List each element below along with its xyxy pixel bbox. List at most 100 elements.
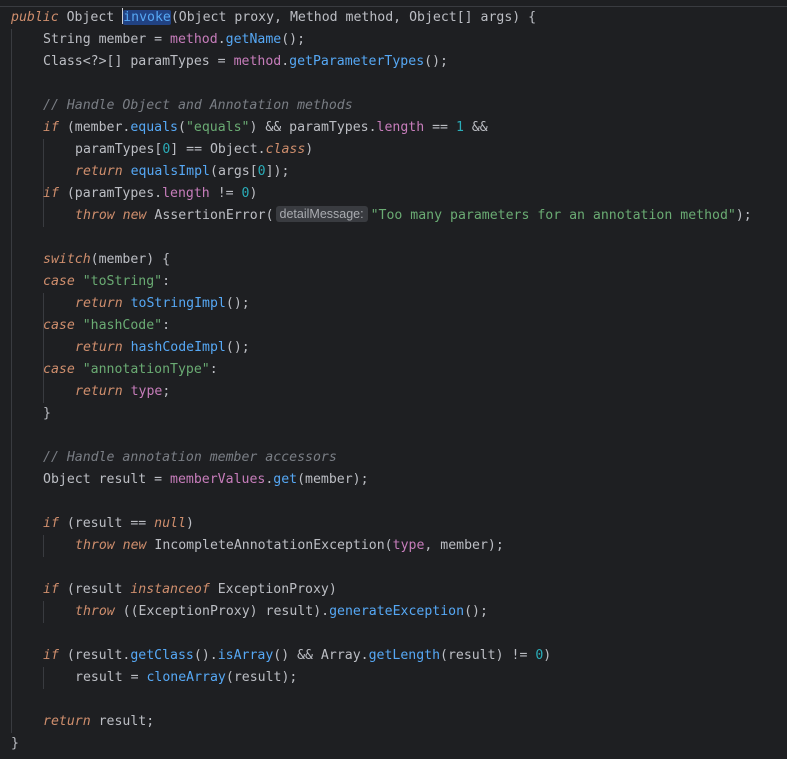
code-token: String [43,32,91,47]
code-token: (args[ [210,164,258,179]
code-token: null [154,516,186,531]
code-token: switch [43,252,91,267]
code-token: (); [225,296,250,311]
code-token: (member. [58,120,131,135]
code-line[interactable]: } [11,733,787,755]
code-line[interactable]: if (result.getClass().isArray() && Array… [11,645,787,667]
code-line[interactable]: case "annotationType": [11,359,787,381]
code-token: ExceptionProxy) [209,582,337,597]
code-token: equals [130,120,178,135]
code-token: ) [543,648,552,663]
code-line[interactable]: Class<?>[] paramTypes = method.getParame… [11,51,787,73]
code-line[interactable] [11,557,787,579]
code-token: getParameterTypes [289,54,425,69]
code-line[interactable]: return result; [11,711,787,733]
parameter-name-hint: detailMessage: [275,206,368,222]
code-token: Class<?>[] [43,54,123,69]
code-token: : [162,274,171,289]
code-token: return [75,164,123,179]
code-token: ] == Object. [170,142,266,157]
code-line[interactable] [11,227,787,249]
code-line[interactable]: case "hashCode": [11,315,787,337]
code-token: "equals" [185,120,250,135]
code-token: result = [75,670,147,685]
code-line[interactable]: result = cloneArray(result); [11,667,787,689]
code-token: public [11,10,59,25]
code-line[interactable]: switch(member) { [11,249,787,271]
code-token: throw [75,604,115,619]
code-line[interactable]: // Handle annotation member accessors [11,447,787,469]
code-token: // Handle Object and Annotation methods [43,98,353,113]
code-line[interactable] [11,689,787,711]
code-token: ]); [265,164,290,179]
code-line[interactable]: return hashCodeImpl(); [11,337,787,359]
code-editor[interactable]: public Object invoke(Object proxy, Metho… [0,0,787,759]
code-token: : [209,362,218,377]
code-line[interactable]: Object result = memberValues.get(member)… [11,469,787,491]
code-token: result = [90,472,171,487]
code-line[interactable] [11,623,787,645]
code-lines[interactable]: public Object invoke(Object proxy, Metho… [11,7,787,755]
code-token: if [43,120,59,135]
code-token: method [233,54,282,69]
code-token: ) [305,142,314,157]
code-token: IncompleteAnnotationException( [146,538,393,553]
code-line[interactable]: paramTypes[0] == Object.class) [11,139,787,161]
code-token: proxy, [226,10,290,25]
code-token: case [43,274,75,289]
code-token: . [217,32,226,47]
code-line[interactable]: if (paramTypes.length != 0) [11,183,787,205]
code-token: (result [58,582,131,597]
code-line[interactable] [11,73,787,95]
code-token: (result == [58,516,155,531]
code-token: } [11,736,19,751]
code-token: class [265,142,306,157]
code-token: new [122,538,147,553]
code-line[interactable]: return equalsImpl(args[0]); [11,161,787,183]
code-line[interactable]: public Object invoke(Object proxy, Metho… [11,7,787,29]
code-token: return [75,296,123,311]
code-token: (result); [225,670,298,685]
code-token: return [75,384,123,399]
code-token: throw [75,208,115,223]
code-line[interactable]: throw new AssertionError(detailMessage: "… [11,205,787,227]
code-token: length [376,120,425,135]
code-token: (paramTypes. [58,186,163,201]
code-line[interactable]: return toStringImpl(); [11,293,787,315]
code-token: if [43,648,59,663]
code-token: , member); [424,538,504,553]
code-line[interactable]: if (member.equals("equals") && paramType… [11,117,787,139]
code-token: "hashCode" [82,318,163,333]
code-line[interactable]: if (result instanceof ExceptionProxy) [11,579,787,601]
code-token: length [162,186,210,201]
code-line[interactable]: String member = method.getName(); [11,29,787,51]
code-line[interactable]: throw new IncompleteAnnotationException(… [11,535,787,557]
code-token: return [75,340,123,355]
code-line[interactable]: throw ((ExceptionProxy) result).generate… [11,601,787,623]
code-token: args) { [472,10,537,25]
code-token: Object [66,10,115,25]
code-line[interactable]: // Handle Object and Annotation methods [11,95,787,117]
code-token: ) [185,516,194,531]
code-token: // Handle annotation member accessors [43,450,337,465]
code-token: 1 [455,120,464,135]
code-token: Method [289,10,338,25]
code-token: ( [178,120,186,135]
code-line[interactable]: case "toString": [11,271,787,293]
code-line[interactable] [11,425,787,447]
code-line[interactable]: } [11,403,787,425]
code-line[interactable]: return type; [11,381,787,403]
code-token: cloneArray [146,670,226,685]
code-token: getLength [368,648,441,663]
code-line[interactable]: if (result == null) [11,513,787,535]
code-token: throw [75,538,115,553]
code-line[interactable] [11,491,787,513]
code-token: getName [225,32,282,47]
code-token: method [170,32,218,47]
code-token: (); [464,604,488,619]
